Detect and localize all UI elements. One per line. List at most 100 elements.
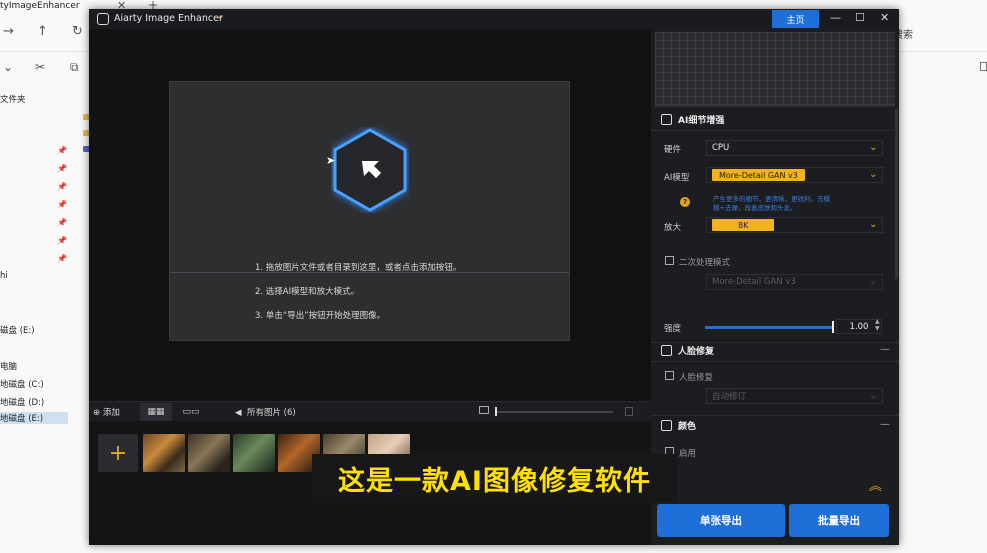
thumbnail-toolbar: ⊕ 添加 ▦▦ ▭▭ ◀ 所有图片 (6)	[89, 401, 651, 421]
all-images-label: 所有图片 (6)	[246, 408, 296, 418]
cut-icon[interactable]: ✂	[35, 60, 45, 74]
pin-icon: 📌	[57, 200, 67, 209]
add-image-tile[interactable]: +	[98, 434, 138, 472]
explorer-tab[interactable]: tyImageEnhancer	[0, 0, 80, 12]
all-images-filter[interactable]: ◀ 所有图片 (6)	[235, 406, 296, 418]
strength-label: 强度	[664, 324, 682, 334]
strength-slider-thumb[interactable]	[832, 321, 834, 333]
explorer-tab-title: tyImageEnhancer	[0, 1, 80, 11]
collapse-icon[interactable]: —	[880, 344, 890, 355]
thumbnail-size-slider-thumb[interactable]	[495, 407, 497, 416]
section-divider	[651, 130, 899, 131]
export-single-button[interactable]: 单张导出	[657, 504, 785, 537]
panel-collapse-bar[interactable]	[651, 467, 899, 497]
plus-icon: +	[108, 440, 128, 466]
second-pass-model-select[interactable]: More-Detail GAN v3 ⌄	[706, 274, 883, 290]
strength-stepper[interactable]: ▲ ▼	[875, 318, 880, 332]
pin-icon: 📌	[57, 218, 67, 227]
thumbnail-size-slider[interactable]	[495, 411, 613, 413]
mini-preview	[655, 32, 895, 107]
app-logo-icon	[97, 13, 109, 25]
pin-icon: 📌	[57, 254, 67, 263]
drop-zone[interactable]: ➤ 1. 拖放图片文件或者目录到这里，或者点击添加按钮。 2. 选择AI模型和放…	[169, 81, 570, 341]
face-mode-value: 自动修订	[712, 392, 747, 402]
add-button[interactable]: ⊕ 添加	[93, 406, 120, 418]
section-ai-detail-title: AI细节增强	[678, 116, 725, 126]
model-value: More-Detail GAN v3	[712, 169, 805, 181]
copy-icon[interactable]: ⧉	[70, 60, 79, 75]
compare-view-button[interactable]: ▭▭	[175, 403, 207, 421]
chevron-down-icon: ⌄	[869, 219, 878, 230]
settings-panel: AI细节增强 硬件 CPU ⌄ AI模型 More-Detail GAN v3 …	[651, 29, 899, 545]
refresh-icon[interactable]: ↻	[72, 24, 83, 39]
pin-icon: 📌	[57, 236, 67, 245]
add-button-label: 添加	[102, 408, 120, 418]
sidebar-item-hi[interactable]: hi	[0, 271, 8, 281]
second-pass-model-value: More-Detail GAN v3	[712, 277, 796, 287]
chevron-up-double-icon[interactable]: ︽	[869, 475, 882, 494]
pin-icon: 📌	[57, 182, 67, 191]
image-thumbnail-animal[interactable]	[188, 434, 230, 472]
strength-value: 1.00	[849, 321, 869, 332]
pin-icon: 📌	[57, 146, 67, 155]
image-thumbnail-portrait[interactable]	[233, 434, 275, 472]
collapse-icon[interactable]: —	[880, 419, 890, 430]
maximize-icon[interactable]: ☐	[855, 11, 865, 24]
section-ai-detail[interactable]: AI细节增强	[661, 113, 724, 126]
palette-icon	[661, 420, 672, 431]
sidebar-item-disk-e-selected[interactable]: 地磁盘 (E:)	[0, 412, 68, 424]
chevron-down-icon: ⌄	[869, 390, 878, 401]
model-description: 产生更多的细节，更清晰，更锐利。去模糊+去噪，改善皮肤和头发。	[713, 195, 830, 212]
app-title: Aiarty Image Enhancer	[114, 13, 223, 24]
section-divider	[651, 342, 899, 343]
trash-icon[interactable]	[625, 407, 633, 416]
upscale-label: 放大	[664, 223, 682, 233]
enhance-icon	[661, 114, 672, 125]
sidebar-item-folder[interactable]: 文件夹	[0, 93, 26, 105]
face-icon	[661, 345, 672, 356]
model-label: AI模型	[664, 173, 690, 183]
chevron-down-icon[interactable]: ⌄	[216, 11, 224, 22]
second-pass-label: 二次处理模式	[679, 258, 731, 268]
instruction-step-2: 2. 选择AI模型和放大模式。	[255, 287, 360, 297]
up-arrow-icon[interactable]: ↑	[37, 24, 48, 39]
help-icon[interactable]: ?	[680, 197, 690, 207]
section-face-title: 人脸修复	[678, 347, 715, 357]
minimize-icon[interactable]: —	[830, 11, 841, 24]
second-pass-checkbox[interactable]	[665, 256, 674, 265]
grid-view-button[interactable]: ▦▦	[140, 403, 172, 421]
face-restore-label: 人脸修复	[679, 373, 714, 383]
sidebar-item-disk-d[interactable]: 地磁盘 (D:)	[0, 396, 44, 408]
strength-slider[interactable]	[705, 326, 834, 329]
face-mode-select[interactable]: 自动修订 ⌄	[706, 388, 883, 404]
aiarty-app-window: Aiarty Image Enhancer ⌄ 主页 — ☐ ✕ ➤ 1. 拖放…	[89, 9, 899, 545]
more-icon[interactable]	[980, 62, 987, 71]
panel-scrollbar[interactable]	[895, 109, 898, 279]
preview-canvas: ➤ 1. 拖放图片文件或者目录到这里，或者点击添加按钮。 2. 选择AI模型和放…	[89, 29, 651, 401]
sidebar-item-disk-e[interactable]: 磁盘 (E:)	[0, 324, 35, 336]
section-color[interactable]: 颜色	[661, 419, 696, 432]
sidebar-item-disk-c[interactable]: 地磁盘 (C:)	[0, 378, 44, 390]
section-divider	[651, 361, 899, 362]
mouse-cursor-icon: ➤	[326, 154, 336, 167]
grid-icon: ▦▦	[147, 407, 165, 417]
model-select[interactable]: More-Detail GAN v3 ⌄	[706, 167, 883, 183]
home-button[interactable]: 主页	[772, 10, 819, 28]
upscale-value: 8K	[712, 219, 775, 231]
section-face-restore[interactable]: 人脸修复	[661, 344, 714, 357]
hardware-select[interactable]: CPU ⌄	[706, 140, 883, 156]
add-images-hex-button[interactable]	[331, 127, 409, 213]
upscale-select[interactable]: 8K ⌄	[706, 217, 883, 233]
sidebar-item-this-pc[interactable]: 电脑	[0, 360, 17, 372]
face-restore-checkbox[interactable]	[665, 371, 674, 380]
back-arrow-icon: ◀	[235, 408, 242, 418]
upload-arrow-icon	[333, 128, 407, 212]
chevron-down-icon[interactable]: ⌄	[3, 60, 13, 74]
plus-circle-icon: ⊕	[93, 408, 101, 418]
compare-icon: ▭▭	[182, 407, 200, 417]
close-icon[interactable]: ✕	[880, 11, 889, 24]
image-thumbnail-tiger[interactable]	[143, 434, 185, 472]
forward-icon[interactable]: →	[3, 24, 14, 39]
hardware-value: CPU	[712, 143, 730, 153]
export-batch-button[interactable]: 批量导出	[789, 504, 889, 537]
